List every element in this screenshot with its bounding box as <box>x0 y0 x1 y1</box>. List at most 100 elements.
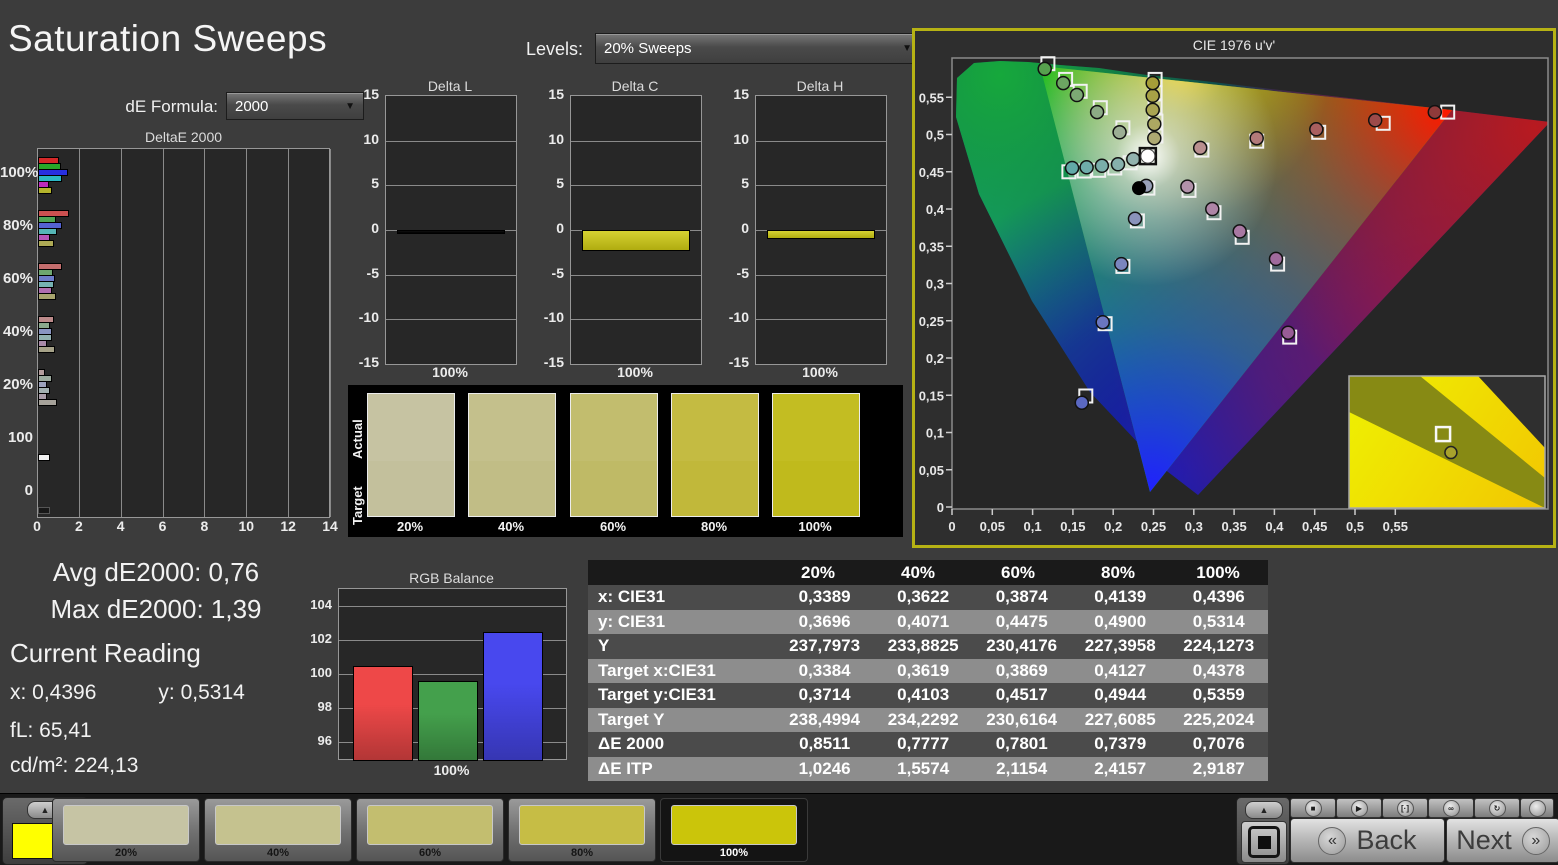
sweep-button-swatch <box>215 805 341 845</box>
delta_c-x-label: 100% <box>570 364 700 380</box>
table-cell: 2,4157 <box>1071 757 1170 782</box>
svg-text:0,3: 0,3 <box>926 277 944 292</box>
delta_c-bar <box>582 230 690 251</box>
de-formula-value: 2000 <box>235 98 268 115</box>
svg-text:0,1: 0,1 <box>926 426 944 441</box>
sweep-button-80%[interactable]: 80% <box>508 798 656 862</box>
deltae-bar <box>38 454 50 461</box>
cie-measured-marker <box>1148 132 1161 145</box>
chevron-down-icon: ▼ <box>902 43 912 54</box>
cie-1976-chart-panel[interactable]: CIE 1976 u'v' 00,050,10,150,20,250,30,35… <box>912 28 1556 548</box>
deltae-x-tick: 12 <box>268 518 308 534</box>
delta_h-y-tick: 5 <box>713 175 749 191</box>
stop-icon: ■ <box>1305 800 1322 817</box>
cie-measured-marker <box>1095 159 1108 172</box>
deltae-group-label: 80% <box>0 217 33 234</box>
table-cell: 234,2292 <box>874 708 973 733</box>
deltae-plot <box>37 148 330 518</box>
table-header-cell: 20% <box>768 560 868 585</box>
next-button[interactable]: Next » <box>1446 818 1558 863</box>
cie-measured-marker <box>1127 153 1140 166</box>
gridline <box>386 141 516 142</box>
cie-measured-marker <box>1080 161 1093 174</box>
table-row: ΔE 20000,85110,77770,78010,73790,7076 <box>588 732 1268 757</box>
gridline <box>571 185 701 186</box>
continuous-button[interactable]: ∞ <box>1428 798 1474 818</box>
step-button[interactable]: [·] <box>1382 798 1428 818</box>
delta_c-plot[interactable] <box>570 95 702 365</box>
deltae-x-tick: 10 <box>226 518 266 534</box>
sweep-button-100%[interactable]: 100% <box>660 798 808 862</box>
gridline <box>386 185 516 186</box>
table-row-label: x: CIE31 <box>588 585 775 610</box>
table-cell: 0,4103 <box>874 683 973 708</box>
actual-target-swatch-strip[interactable]: Actual Target 20%40%60%80%100% <box>348 385 903 537</box>
deltae2000-chart[interactable] <box>37 148 330 518</box>
table-cell: 0,5359 <box>1169 683 1268 708</box>
table-cell: 0,5314 <box>1169 610 1268 635</box>
table-row: Y237,7973233,8825230,4176227,3958224,127… <box>588 634 1268 659</box>
pattern-collapse-button[interactable]: ▲ <box>1245 801 1283 819</box>
record-button[interactable] <box>1520 798 1554 818</box>
delta_h-plot[interactable] <box>755 95 887 365</box>
levels-value: 20% Sweeps <box>604 40 692 57</box>
back-button[interactable]: « Back <box>1290 818 1445 863</box>
sweep-button-60%[interactable]: 60% <box>356 798 504 862</box>
gridline <box>386 319 516 320</box>
sweep-button-40%[interactable]: 40% <box>204 798 352 862</box>
actual-swatch <box>571 394 657 461</box>
cie-measured-marker <box>1115 258 1128 271</box>
table-row-label: Target y:CIE31 <box>588 683 775 708</box>
svg-text:0,2: 0,2 <box>1104 519 1122 534</box>
cie-measured-marker <box>1129 212 1142 225</box>
de-formula-label: dE Formula: <box>93 97 218 117</box>
table-cell: 0,3622 <box>874 585 973 610</box>
rgb-balance-title: RGB Balance <box>338 570 565 586</box>
play-button[interactable]: ▶ <box>1336 798 1382 818</box>
page-title: Saturation Sweeps <box>8 18 327 60</box>
deltae-group-label: 60% <box>0 270 33 287</box>
svg-text:0,4: 0,4 <box>1265 519 1284 534</box>
table-row-label: y: CIE31 <box>588 610 775 635</box>
cie-whitepoint-measured <box>1141 149 1155 163</box>
table-cell: 238,4994 <box>775 708 874 733</box>
table-cell: 237,7973 <box>775 634 874 659</box>
deltae-x-tick: 14 <box>310 518 350 534</box>
gridline <box>571 141 701 142</box>
table-row-label: ΔE 2000 <box>588 732 775 757</box>
svg-text:0,45: 0,45 <box>1302 519 1327 534</box>
svg-text:0,1: 0,1 <box>1024 519 1042 534</box>
sweep-button-swatch <box>367 805 493 845</box>
play-icon: ▶ <box>1351 800 1368 817</box>
delta_c-y-tick: -5 <box>528 265 564 281</box>
delta_l-y-tick: 10 <box>343 131 379 147</box>
cie-measured-marker <box>1066 162 1079 175</box>
pattern-window-button[interactable] <box>1241 821 1287 863</box>
rgb-x-label: 100% <box>338 762 565 778</box>
delta_l-plot[interactable] <box>385 95 517 365</box>
sweep-button-label: 40% <box>205 847 351 859</box>
deltae-group-label: 100% <box>0 164 33 181</box>
delta_l-bar <box>397 230 505 234</box>
cie-measured-marker <box>1148 118 1161 131</box>
refresh-button[interactable]: ↻ <box>1474 798 1520 818</box>
deltae-bar <box>38 293 56 300</box>
cie-measured-marker <box>1112 158 1125 171</box>
table-cell: 227,3958 <box>1071 634 1170 659</box>
delta_h-y-tick: 0 <box>713 220 749 236</box>
sweep-button-20%[interactable]: 20% <box>52 798 200 862</box>
levels-dropdown[interactable]: 20% Sweeps ▼ <box>595 33 921 64</box>
deltae-bar <box>38 346 55 353</box>
sweep-button-label: 60% <box>357 847 503 859</box>
deltae-bar <box>38 399 57 406</box>
delta_h-y-tick: -10 <box>713 309 749 325</box>
rgb-bar <box>353 666 413 762</box>
stop-button[interactable]: ■ <box>1290 798 1336 818</box>
svg-text:0,5: 0,5 <box>1346 519 1364 534</box>
table-cell: 0,4475 <box>972 610 1071 635</box>
table-cell: 0,4127 <box>1071 659 1170 684</box>
svg-text:0,5: 0,5 <box>926 128 944 143</box>
delta_h-y-tick: 10 <box>713 131 749 147</box>
cie-measured-marker <box>1428 106 1441 119</box>
delta_c-y-tick: -10 <box>528 309 564 325</box>
